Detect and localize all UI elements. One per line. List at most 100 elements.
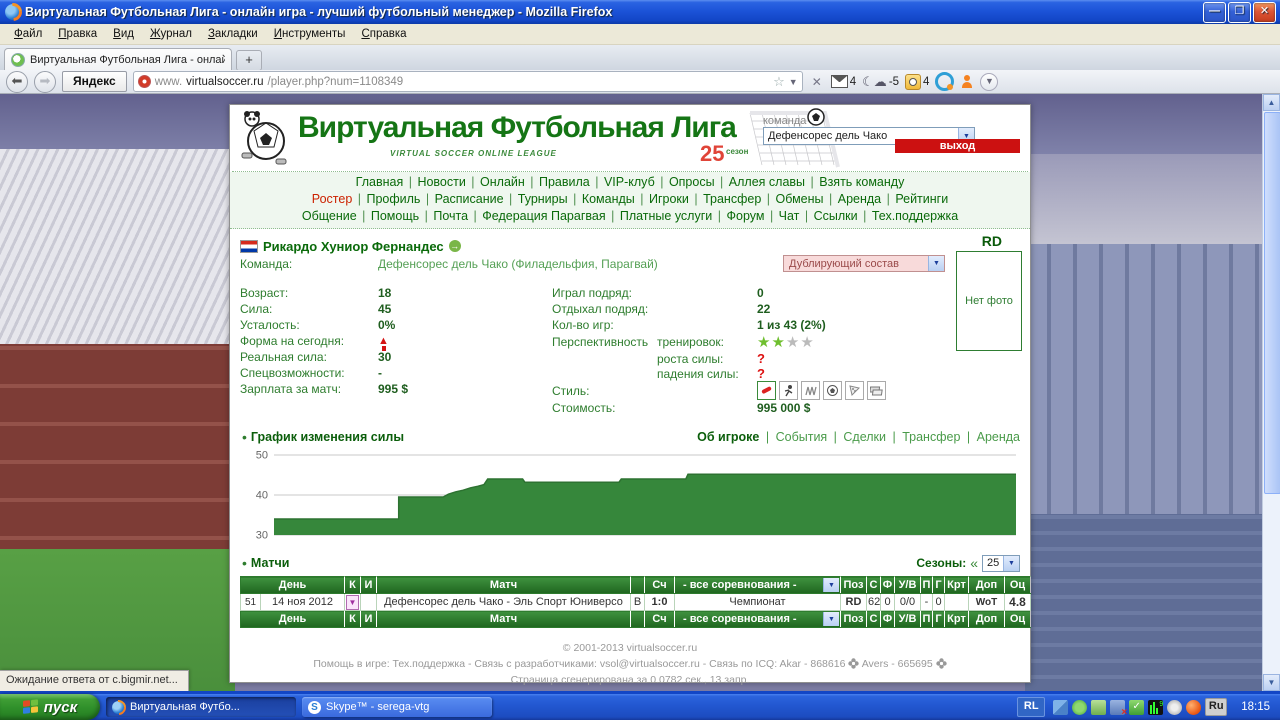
- col-dop[interactable]: Доп: [968, 610, 1005, 628]
- seasons-select[interactable]: 25 ▼: [982, 554, 1020, 572]
- col-f[interactable]: Ф: [880, 610, 895, 628]
- player-link-icon[interactable]: →: [448, 240, 461, 252]
- money-icon[interactable]: [867, 381, 886, 400]
- col-score[interactable]: Сч: [644, 610, 675, 628]
- col-uv[interactable]: У/В: [894, 576, 921, 594]
- display-icon[interactable]: ×: [1110, 699, 1127, 718]
- boot-icon[interactable]: [757, 381, 776, 400]
- network-icon[interactable]: [1053, 699, 1069, 715]
- col-p[interactable]: П: [920, 576, 933, 594]
- nav-link-0[interactable]: Ростер: [312, 192, 352, 206]
- player-tab-1[interactable]: События: [776, 430, 828, 444]
- urlbar-dropdown-icon[interactable]: ▼: [789, 77, 798, 87]
- chevron-down-icon[interactable]: ▼: [823, 612, 839, 626]
- taskbar-firefox-task[interactable]: Виртуальная Футбо...: [106, 697, 296, 717]
- col-pos[interactable]: Поз: [840, 610, 867, 628]
- scrollbar-thumb[interactable]: [1264, 112, 1280, 494]
- claw-icon[interactable]: [801, 381, 820, 400]
- match-score[interactable]: 1:0: [644, 593, 675, 611]
- nav-link-3[interactable]: Турниры: [518, 192, 568, 206]
- comodo-icon[interactable]: [1186, 699, 1202, 715]
- col-krt[interactable]: Крт: [944, 576, 969, 594]
- nav-link-3[interactable]: Правила: [539, 175, 590, 189]
- col-g[interactable]: Г: [932, 576, 945, 594]
- nav-link-1[interactable]: Помощь: [371, 209, 419, 223]
- tournament-filter-select[interactable]: - все соревнования - ▼: [674, 610, 841, 628]
- match-link[interactable]: Дефенсорес дель Чако - Эль Спорт Юниверс…: [376, 593, 631, 611]
- player-tab-3[interactable]: Трансфер: [902, 430, 960, 444]
- window-titlebar[interactable]: Виртуальная Футбольная Лига - онлайн игр…: [0, 0, 1280, 24]
- alarm-addon[interactable]: 4: [905, 73, 929, 90]
- col-krt[interactable]: Крт: [944, 610, 969, 628]
- footer-help-text[interactable]: Помощь в игре: Тех.поддержка - Связь с р…: [313, 658, 845, 670]
- menu-4[interactable]: Закладки: [200, 26, 266, 42]
- audio-cd-icon[interactable]: [1167, 699, 1183, 715]
- col-p[interactable]: П: [920, 610, 933, 628]
- menu-5[interactable]: Инструменты: [266, 26, 354, 42]
- wireless-icon[interactable]: [1072, 699, 1088, 715]
- mail-addon[interactable]: 4: [830, 75, 856, 88]
- col-match[interactable]: Матч: [376, 610, 631, 628]
- nav-link-6[interactable]: Трансфер: [703, 192, 761, 206]
- nav-link-0[interactable]: Общение: [302, 209, 357, 223]
- col-oc[interactable]: Оц: [1004, 576, 1031, 594]
- menu-3[interactable]: Журнал: [142, 26, 200, 42]
- nav-link-7[interactable]: Ссылки: [814, 209, 858, 223]
- nav-link-8[interactable]: Тех.поддержка: [872, 209, 958, 223]
- tournament-filter-select[interactable]: - все соревнования - ▼: [674, 576, 841, 594]
- col-match[interactable]: Матч: [376, 576, 631, 594]
- nav-link-2[interactable]: Почта: [433, 209, 468, 223]
- nav-link-5[interactable]: Форум: [726, 209, 764, 223]
- menu-6[interactable]: Справка: [353, 26, 414, 42]
- nav-link-3[interactable]: Федерация Парагвая: [482, 209, 605, 223]
- col-day[interactable]: День: [240, 576, 345, 594]
- yandex-button[interactable]: Яндекс: [62, 71, 127, 92]
- stop-button[interactable]: ✕: [809, 75, 825, 89]
- col-pos[interactable]: Поз: [840, 576, 867, 594]
- menu-2[interactable]: Вид: [105, 26, 142, 42]
- player-tab-0[interactable]: Об игроке: [697, 430, 759, 444]
- back-button[interactable]: ⬅: [6, 70, 28, 93]
- nav-link-6[interactable]: Чат: [779, 209, 800, 223]
- seasons-prev-icon[interactable]: «: [970, 555, 978, 571]
- weather-addon[interactable]: ☾☁ -5: [862, 74, 899, 90]
- decline-value[interactable]: ?: [757, 366, 765, 381]
- nav-link-5[interactable]: Игроки: [649, 192, 689, 206]
- close-button[interactable]: ✕: [1253, 1, 1276, 23]
- col-s[interactable]: С: [866, 576, 881, 594]
- col-k[interactable]: К: [344, 610, 361, 628]
- player-tab-4[interactable]: Аренда: [977, 430, 1020, 444]
- team-field-value[interactable]: Дефенсорес дель Чако (Филадельфия, Параг…: [378, 257, 658, 271]
- chevron-down-icon[interactable]: ▼: [1003, 555, 1019, 571]
- site-logo-title[interactable]: Виртуальная Футбольная Лига: [298, 111, 737, 145]
- match-event-icon[interactable]: ▼: [346, 594, 359, 610]
- runner-icon[interactable]: [779, 381, 798, 400]
- bookmark-star-icon[interactable]: ☆: [773, 74, 785, 90]
- new-tab-button[interactable]: +: [236, 50, 262, 71]
- pizza-icon[interactable]: [845, 381, 864, 400]
- logout-button[interactable]: выход: [895, 139, 1020, 153]
- language-indicator[interactable]: RL: [1017, 697, 1046, 717]
- scroll-up-icon[interactable]: ▲: [1263, 94, 1280, 111]
- nav-link-8[interactable]: Аренда: [838, 192, 881, 206]
- nav-link-0[interactable]: Главная: [356, 175, 404, 189]
- nav-link-5[interactable]: Опросы: [669, 175, 715, 189]
- menu-1[interactable]: Правка: [50, 26, 105, 42]
- menu-0[interactable]: Файл: [6, 26, 50, 42]
- vertical-scrollbar[interactable]: ▲ ▼: [1262, 94, 1280, 691]
- browser-tab[interactable]: Виртуальная Футбольная Лига - онлайн и..…: [4, 48, 232, 70]
- growth-value[interactable]: ?: [757, 351, 765, 366]
- nav-link-4[interactable]: Команды: [582, 192, 635, 206]
- nav-link-2[interactable]: Расписание: [435, 192, 504, 206]
- toolbar-overflow-icon[interactable]: ▼: [980, 72, 999, 91]
- chevron-down-icon[interactable]: ▼: [928, 256, 944, 271]
- odnoklassniki-icon[interactable]: [960, 74, 974, 89]
- col-i[interactable]: И: [360, 610, 377, 628]
- address-bar[interactable]: www. virtualsoccer.ru/player.php?num=1108…: [132, 71, 803, 92]
- col-k[interactable]: К: [344, 576, 361, 594]
- forward-button[interactable]: ➡: [34, 70, 56, 93]
- nav-link-4[interactable]: Платные услуги: [620, 209, 712, 223]
- browser-menubar[interactable]: Файл Правка Вид Журнал Закладки Инструменты Сп…: [0, 24, 1280, 45]
- col-i[interactable]: И: [360, 576, 377, 594]
- maximize-button[interactable]: ❐: [1228, 1, 1251, 23]
